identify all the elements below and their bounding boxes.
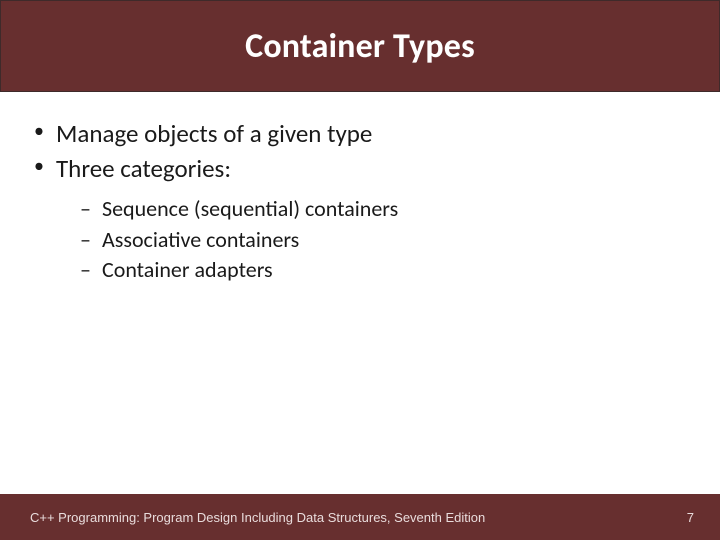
list-item: Three categories: Sequence (sequential) … [30, 153, 692, 285]
bullet-list: Manage objects of a given type Three cat… [30, 118, 692, 285]
slide-title: Container Types [245, 26, 475, 67]
list-item: Associative containers [76, 226, 692, 255]
footer-page-number: 7 [687, 510, 694, 525]
list-item: Manage objects of a given type [30, 118, 692, 151]
title-bar: Container Types [0, 0, 720, 92]
list-item: Sequence (sequential) containers [76, 195, 692, 224]
list-item-label: Three categories: [56, 153, 231, 184]
sub-bullet-list: Sequence (sequential) containers Associa… [76, 195, 692, 285]
slide-body: Manage objects of a given type Three cat… [0, 92, 720, 494]
slide-footer: C++ Programming: Program Design Includin… [0, 494, 720, 540]
footer-book-title: C++ Programming: Program Design Includin… [30, 510, 485, 525]
list-item: Container adapters [76, 256, 692, 285]
